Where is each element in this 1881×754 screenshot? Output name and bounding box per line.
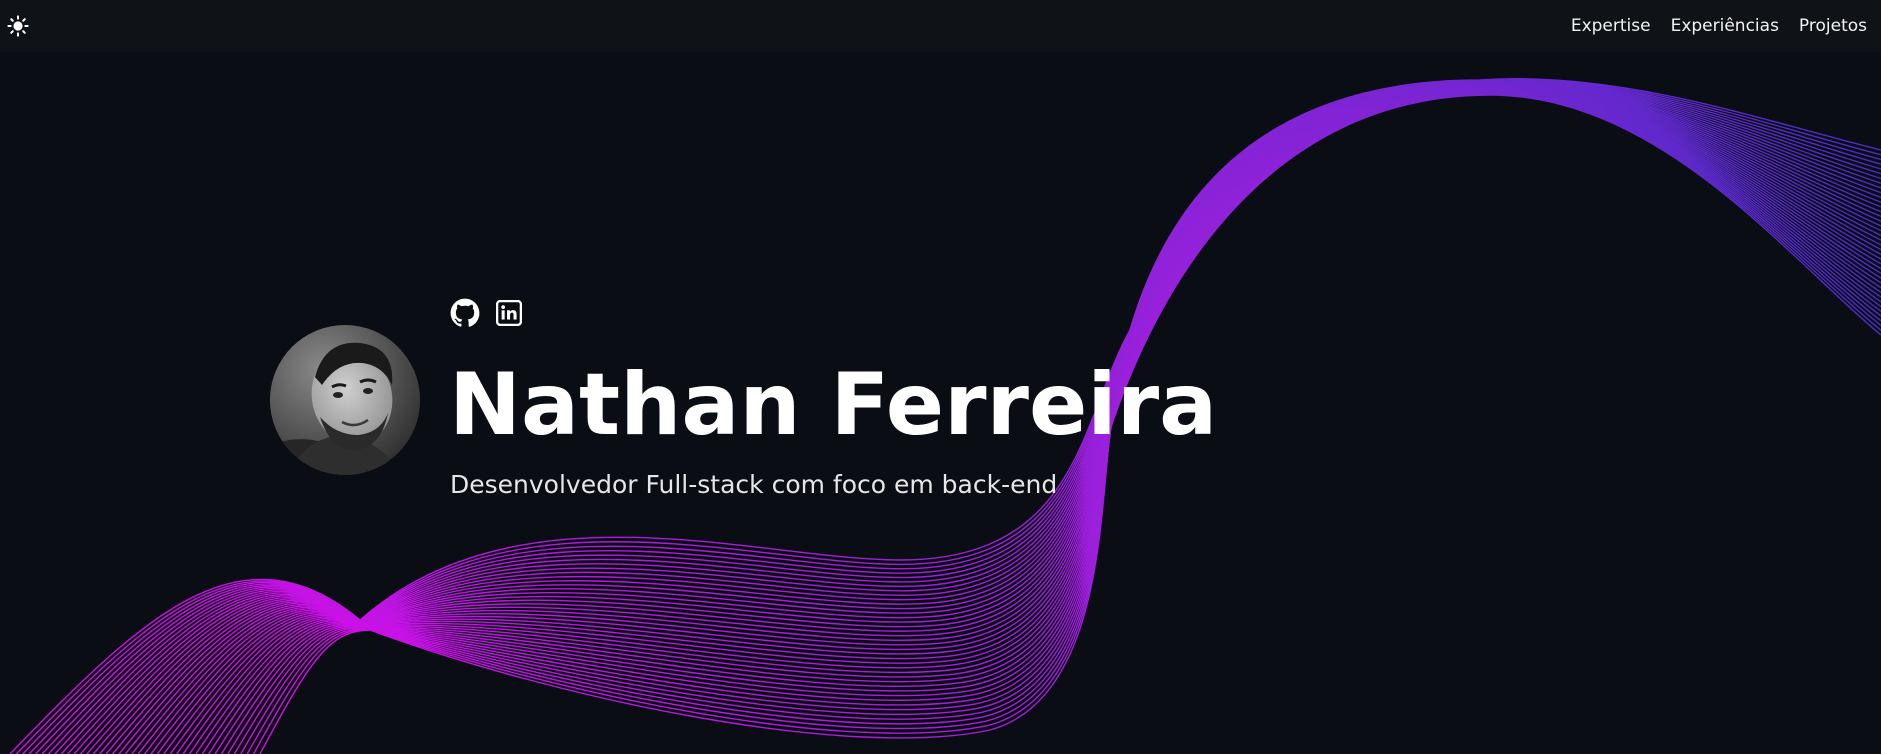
nav-link-projetos[interactable]: Projetos — [1799, 16, 1867, 36]
hero-section: Nathan Ferreira Desenvolvedor Full-stack… — [0, 0, 1881, 754]
linkedin-icon — [496, 300, 522, 326]
sun-icon — [7, 15, 29, 37]
nav-link-experiencias[interactable]: Experiências — [1671, 16, 1779, 36]
social-links — [450, 298, 524, 328]
nav-link-expertise[interactable]: Expertise — [1571, 16, 1651, 36]
github-icon — [450, 298, 480, 327]
navbar: Expertise Experiências Projetos — [0, 0, 1881, 52]
avatar — [270, 325, 420, 475]
hero-name: Nathan Ferreira — [449, 355, 1218, 455]
github-link[interactable] — [450, 298, 480, 328]
nav-links: Expertise Experiências Projetos — [1551, 16, 1867, 36]
profile-photo — [270, 325, 420, 475]
linkedin-link[interactable] — [494, 298, 524, 328]
hero-role: Desenvolvedor Full-stack com foco em bac… — [450, 470, 1058, 499]
theme-toggle-button[interactable] — [6, 14, 30, 38]
